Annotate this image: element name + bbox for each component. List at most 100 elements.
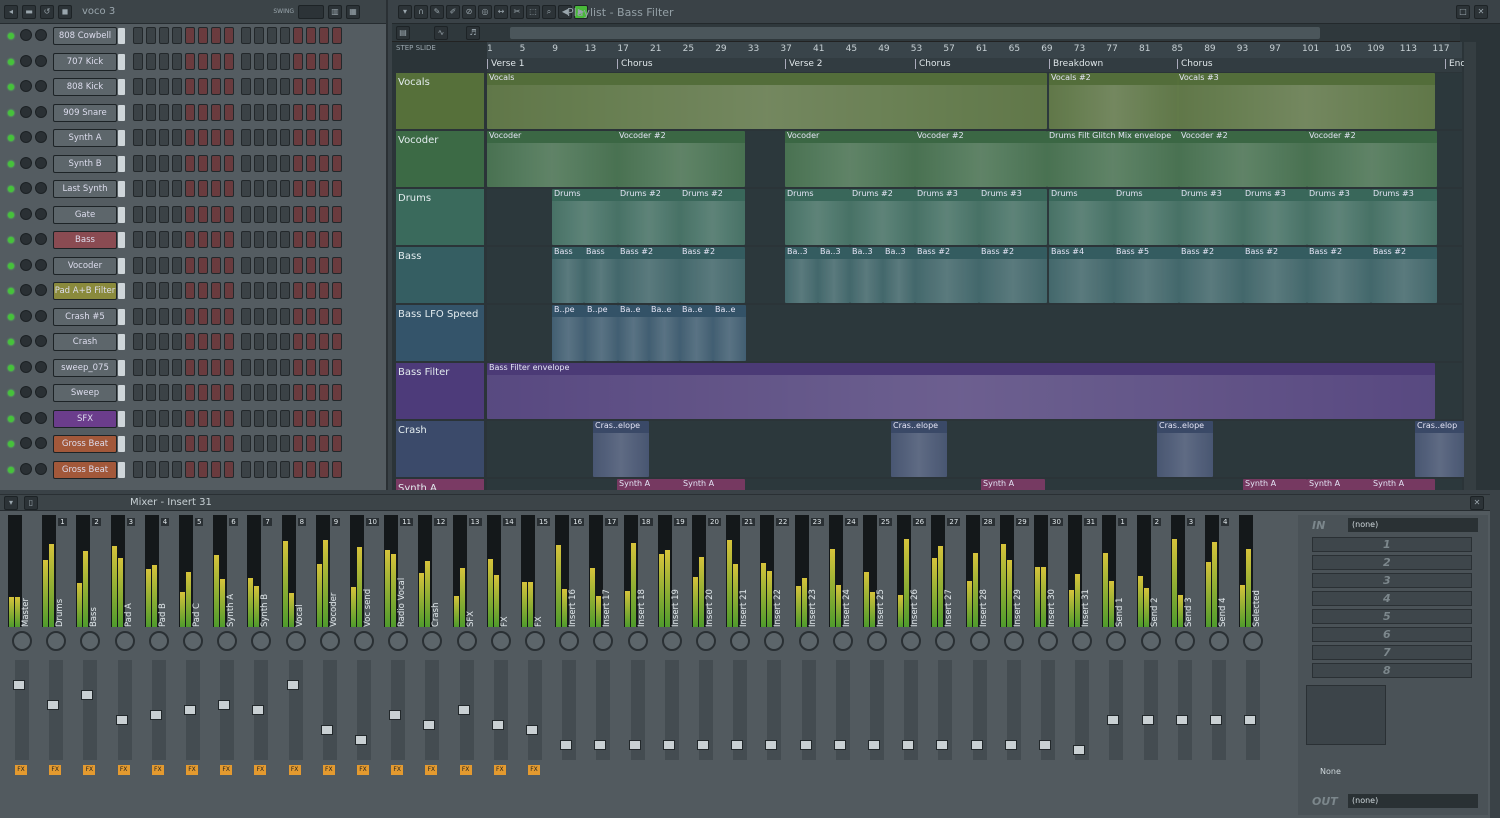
- channel-select-indicator[interactable]: [118, 359, 125, 376]
- volume-fader[interactable]: [81, 660, 98, 760]
- channel-name-button[interactable]: sweep_075: [53, 358, 117, 377]
- fader-cap[interactable]: [1244, 715, 1257, 725]
- pan-knob[interactable]: [422, 631, 443, 651]
- step-button[interactable]: [332, 231, 342, 248]
- step-button[interactable]: [293, 358, 303, 376]
- step-button[interactable]: [319, 435, 329, 452]
- step-button[interactable]: [185, 409, 195, 427]
- step-button[interactable]: [185, 358, 195, 376]
- mixer-strip[interactable]: Voc send 10 FX: [348, 515, 380, 815]
- volume-fader[interactable]: [1210, 660, 1226, 760]
- step-button[interactable]: [241, 256, 251, 274]
- pan-knob[interactable]: [456, 631, 477, 651]
- step-button[interactable]: [133, 103, 143, 121]
- step-button[interactable]: [211, 154, 221, 172]
- step-button[interactable]: [146, 52, 156, 70]
- mixer-strip[interactable]: Bass 2 FX: [74, 515, 106, 815]
- playlist-clip[interactable]: Drums #3: [915, 189, 979, 245]
- step-button[interactable]: [267, 27, 277, 44]
- step-button[interactable]: [319, 205, 329, 223]
- step-button[interactable]: [172, 103, 182, 121]
- pan-knob[interactable]: [251, 631, 272, 651]
- track-lane[interactable]: B..pe B..pe Ba..e Ba..e Ba..e Ba..e: [487, 305, 1462, 361]
- step-button[interactable]: [241, 358, 251, 376]
- playlist-clip[interactable]: Bass #2: [979, 247, 1047, 303]
- step-button[interactable]: [133, 27, 143, 44]
- output-select[interactable]: (none): [1348, 794, 1478, 808]
- step-button[interactable]: [159, 154, 169, 172]
- mixer-strip[interactable]: Insert 19 19: [656, 515, 688, 815]
- pan-knob[interactable]: [1243, 631, 1264, 651]
- fader-cap[interactable]: [457, 705, 470, 715]
- track-lane[interactable]: Bass Filter envelope: [487, 363, 1462, 419]
- eq-graph[interactable]: [1306, 685, 1386, 745]
- step-button[interactable]: [332, 52, 342, 70]
- fader-cap[interactable]: [355, 735, 367, 745]
- channel-volume-knob[interactable]: [20, 258, 32, 271]
- channel-volume-knob[interactable]: [20, 386, 32, 398]
- volume-fader[interactable]: [149, 660, 166, 760]
- playlist-clip[interactable]: Bass #2: [915, 247, 979, 303]
- step-button[interactable]: [224, 358, 234, 376]
- fader-cap[interactable]: [47, 700, 60, 710]
- step-button[interactable]: [198, 231, 208, 248]
- fx-toggle[interactable]: FX: [391, 765, 404, 775]
- playlist-clip[interactable]: Bass: [552, 247, 584, 303]
- channel-mute-led[interactable]: [8, 262, 14, 269]
- channel-volume-knob[interactable]: [20, 131, 32, 143]
- step-button[interactable]: [319, 52, 329, 70]
- step-button[interactable]: [332, 384, 342, 401]
- step-button[interactable]: [306, 154, 316, 172]
- playlist-clip[interactable]: Bass #4: [1049, 247, 1114, 303]
- step-button[interactable]: [319, 333, 329, 350]
- slide-toggle[interactable]: SLIDE: [416, 44, 436, 52]
- step-button[interactable]: [254, 103, 264, 121]
- step-button[interactable]: [133, 129, 143, 146]
- playlist-clip[interactable]: Drums #3: [1307, 189, 1371, 245]
- step-button[interactable]: [280, 333, 290, 350]
- step-button[interactable]: [159, 307, 169, 325]
- mixer-strip[interactable]: Insert 22 22: [758, 515, 790, 815]
- fader-cap[interactable]: [389, 710, 402, 720]
- fx-toggle[interactable]: FX: [357, 765, 369, 775]
- track-lane[interactable]: Vocoder Vocoder #2 Vocoder Vocoder #2 Drums …: [487, 131, 1462, 187]
- fader-cap[interactable]: [320, 725, 333, 735]
- step-button[interactable]: [280, 384, 290, 401]
- step-button[interactable]: [224, 129, 234, 146]
- playlist-clip[interactable]: Bass #2: [1307, 247, 1371, 303]
- playlist-clip[interactable]: Synth A: [1243, 479, 1307, 490]
- playlist-clip[interactable]: Ba..3: [850, 247, 883, 303]
- step-button[interactable]: [306, 307, 316, 325]
- step-button[interactable]: [198, 333, 208, 350]
- step-button[interactable]: [146, 460, 156, 478]
- step-button[interactable]: [198, 180, 208, 197]
- mixer-strip[interactable]: Pad C 5 FX: [177, 515, 209, 815]
- playlist-menu-icon[interactable]: ▾: [398, 5, 412, 19]
- playlist-clip[interactable]: Synth A: [1371, 479, 1435, 490]
- step-button[interactable]: [267, 358, 277, 376]
- volume-fader[interactable]: [1141, 660, 1158, 760]
- volume-fader[interactable]: [389, 660, 406, 760]
- volume-fader[interactable]: [765, 660, 782, 760]
- pattern-picker-icon[interactable]: ♬: [466, 26, 480, 40]
- step-button[interactable]: [185, 282, 195, 299]
- channel-volume-knob[interactable]: [20, 360, 32, 373]
- section-marker[interactable]: Chorus: [1177, 59, 1213, 69]
- section-marker[interactable]: End: [1445, 59, 1466, 69]
- step-button[interactable]: [332, 333, 342, 350]
- playlist-close-icon[interactable]: ✕: [1474, 5, 1488, 19]
- volume-fader[interactable]: [47, 660, 64, 760]
- step-button[interactable]: [254, 231, 264, 248]
- step-button[interactable]: [224, 307, 234, 325]
- playlist-clip[interactable]: Ba..3: [818, 247, 850, 303]
- fader-cap[interactable]: [970, 740, 983, 750]
- volume-fader[interactable]: [1004, 660, 1021, 760]
- step-button[interactable]: [319, 103, 329, 121]
- insert-slot[interactable]: 4: [1312, 591, 1472, 606]
- pan-knob[interactable]: [730, 631, 751, 651]
- channel-volume-knob[interactable]: [20, 54, 32, 67]
- playlist-clip[interactable]: Drums #2: [618, 189, 680, 245]
- pan-knob[interactable]: [217, 631, 238, 651]
- step-button[interactable]: [254, 435, 264, 452]
- fader-cap[interactable]: [1210, 715, 1222, 725]
